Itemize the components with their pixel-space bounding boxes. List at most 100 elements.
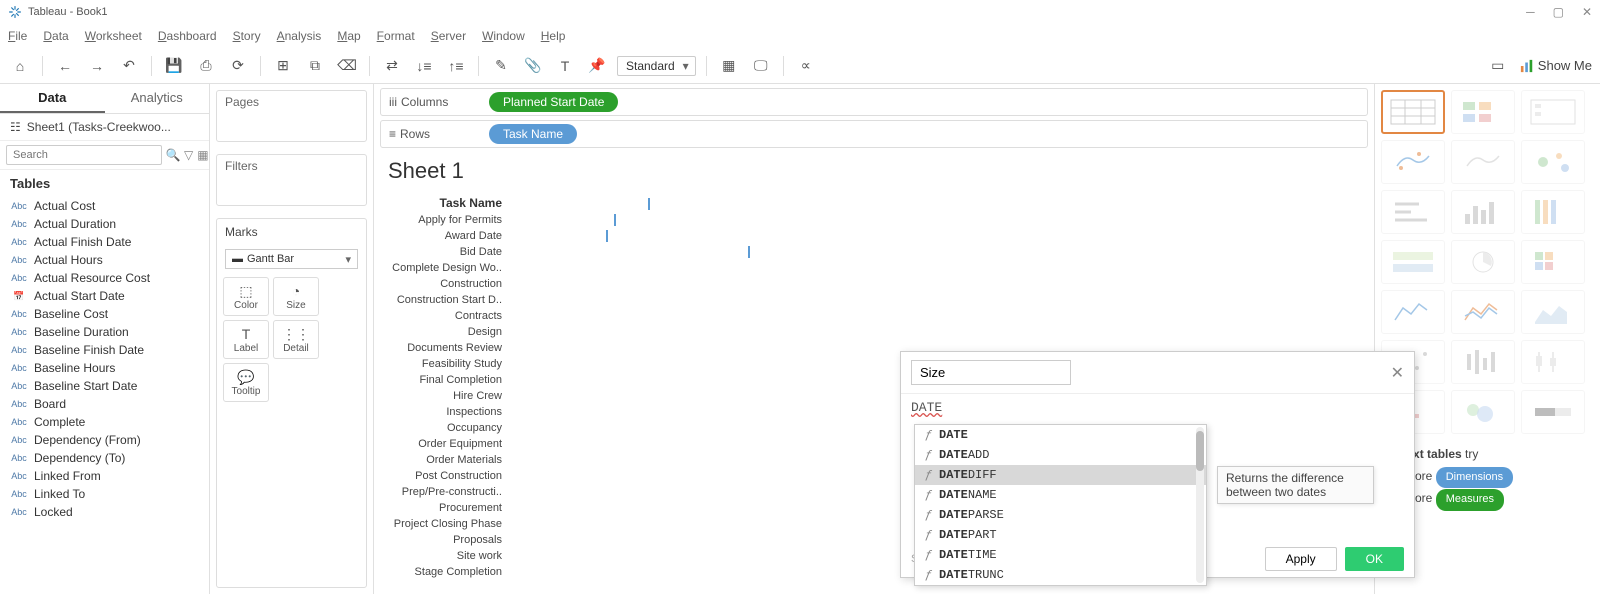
field-row[interactable]: AbcActual Hours [0, 251, 209, 269]
field-row[interactable]: AbcComplete [0, 413, 209, 431]
row-header[interactable]: Order Materials [426, 452, 502, 468]
row-header[interactable]: Feasibility Study [422, 356, 502, 372]
row-header[interactable]: Prep/Pre-constructi.. [402, 484, 502, 500]
pin-icon[interactable]: 📌 [585, 54, 609, 78]
menu-map[interactable]: Map [337, 29, 360, 43]
menu-story[interactable]: Story [233, 29, 261, 43]
close-icon[interactable]: ✕ [1582, 5, 1592, 19]
fit-select[interactable]: Standard [617, 56, 696, 76]
back-icon[interactable]: ← [53, 54, 77, 78]
filters-shelf[interactable]: Filters [217, 155, 366, 177]
row-header[interactable]: Occupancy [447, 420, 502, 436]
field-row[interactable]: AbcDependency (To) [0, 449, 209, 467]
showme-tile[interactable] [1521, 190, 1585, 234]
menu-data[interactable]: Data [43, 29, 68, 43]
columns-shelf[interactable]: iiiColumns Planned Start Date [380, 88, 1368, 116]
showme-tile[interactable] [1451, 390, 1515, 434]
share-icon[interactable]: ∝ [794, 54, 818, 78]
show-me-button[interactable]: Show Me [1520, 58, 1592, 73]
rows-shelf[interactable]: ≡Rows Task Name [380, 120, 1368, 148]
row-header[interactable]: Construction [440, 276, 502, 292]
showme-tile[interactable] [1521, 390, 1585, 434]
menu-worksheet[interactable]: Worksheet [85, 29, 142, 43]
ok-button[interactable]: OK [1345, 547, 1404, 571]
row-header[interactable]: Inspections [446, 404, 502, 420]
autocomplete-item[interactable]: ƒ DATETIME [915, 545, 1206, 565]
gantt-mark[interactable] [606, 230, 608, 242]
showme-tile[interactable] [1381, 190, 1445, 234]
gantt-mark[interactable] [648, 198, 650, 210]
sheet-title[interactable]: Sheet 1 [374, 148, 1374, 194]
field-row[interactable]: AbcActual Duration [0, 215, 209, 233]
showme-tile[interactable] [1451, 190, 1515, 234]
showme-tile[interactable] [1521, 240, 1585, 284]
field-row[interactable]: AbcActual Finish Date [0, 233, 209, 251]
tab-data[interactable]: Data [0, 84, 105, 113]
field-row[interactable]: AbcBaseline Cost [0, 305, 209, 323]
forward-icon[interactable]: → [85, 54, 109, 78]
field-row[interactable]: AbcBaseline Duration [0, 323, 209, 341]
autocomplete-item[interactable]: ƒ DATENAME [915, 485, 1206, 505]
calc-formula-editor[interactable]: DATE [901, 393, 1414, 421]
marks-tooltip[interactable]: 💬Tooltip [223, 363, 269, 402]
autocomplete-item[interactable]: ƒ DATEDIFF [915, 465, 1206, 485]
field-row[interactable]: 📅Actual Start Date [0, 287, 209, 305]
autocomplete-item[interactable]: ƒ DATETRUNC [915, 565, 1206, 585]
scrollbar[interactable] [1196, 427, 1204, 583]
attach-icon[interactable]: 📎 [521, 54, 545, 78]
field-row[interactable]: AbcBaseline Start Date [0, 377, 209, 395]
row-header[interactable]: Construction Start D.. [397, 292, 502, 308]
showme-tile[interactable] [1381, 240, 1445, 284]
mark-type-select[interactable]: ▬ Gantt Bar [225, 249, 358, 269]
row-header[interactable]: Order Equipment [418, 436, 502, 452]
showme-tile[interactable] [1381, 140, 1445, 184]
row-header[interactable]: Bid Date [460, 244, 502, 260]
field-row[interactable]: AbcBoard [0, 395, 209, 413]
marks-size[interactable]: ◔Size [273, 277, 319, 316]
menu-dashboard[interactable]: Dashboard [158, 29, 217, 43]
datasource-row[interactable]: ☷ Sheet1 (Tasks-Creekwoo... [0, 114, 209, 141]
search-input[interactable] [6, 145, 162, 165]
maximize-icon[interactable]: ▢ [1553, 5, 1564, 19]
row-header[interactable]: Post Construction [415, 468, 502, 484]
autocomplete-item[interactable]: ƒ DATEADD [915, 445, 1206, 465]
refresh-icon[interactable]: ⟳ [226, 54, 250, 78]
autocomplete-item[interactable]: ƒ DATE [915, 425, 1206, 445]
row-header[interactable]: Site work [457, 548, 502, 564]
field-row[interactable]: AbcLinked To [0, 485, 209, 503]
row-header[interactable]: Contracts [455, 308, 502, 324]
showme-tile[interactable] [1521, 140, 1585, 184]
home-icon[interactable]: ⌂ [8, 54, 32, 78]
field-row[interactable]: AbcBaseline Hours [0, 359, 209, 377]
marks-label[interactable]: TLabel [223, 320, 269, 359]
menu-file[interactable]: File [8, 29, 27, 43]
duplicate-icon[interactable]: ⧉ [303, 54, 327, 78]
undo-icon[interactable]: ↶ [117, 54, 141, 78]
clear-sheet-icon[interactable]: ⌫ [335, 54, 359, 78]
swap-icon[interactable]: ⇄ [380, 54, 404, 78]
rows-pill[interactable]: Task Name [489, 124, 577, 144]
showme-tile[interactable] [1451, 290, 1515, 334]
autocomplete-item[interactable]: ƒ DATEPARSE [915, 505, 1206, 525]
showme-tile[interactable] [1451, 340, 1515, 384]
new-sheet-icon[interactable]: ⊞ [271, 54, 295, 78]
autocomplete-item[interactable]: ƒ DATEPART [915, 525, 1206, 545]
menu-format[interactable]: Format [377, 29, 415, 43]
showme-tile[interactable] [1381, 290, 1445, 334]
row-header[interactable]: Procurement [439, 500, 502, 516]
menu-help[interactable]: Help [541, 29, 566, 43]
minimize-icon[interactable]: ─ [1526, 5, 1535, 19]
menu-analysis[interactable]: Analysis [277, 29, 322, 43]
showme-tile[interactable] [1381, 90, 1445, 134]
row-header[interactable]: Stage Completion [415, 564, 502, 580]
filter-icon[interactable]: ▽ [184, 148, 193, 162]
gantt-mark[interactable] [748, 246, 750, 258]
text-icon[interactable]: T [553, 54, 577, 78]
showme-tile[interactable] [1451, 140, 1515, 184]
apply-button[interactable]: Apply [1265, 547, 1337, 571]
row-header[interactable]: Proposals [453, 532, 502, 548]
field-row[interactable]: AbcActual Cost [0, 197, 209, 215]
showme-tile[interactable] [1451, 90, 1515, 134]
row-header[interactable]: Design [468, 324, 502, 340]
gantt-mark[interactable] [614, 214, 616, 226]
